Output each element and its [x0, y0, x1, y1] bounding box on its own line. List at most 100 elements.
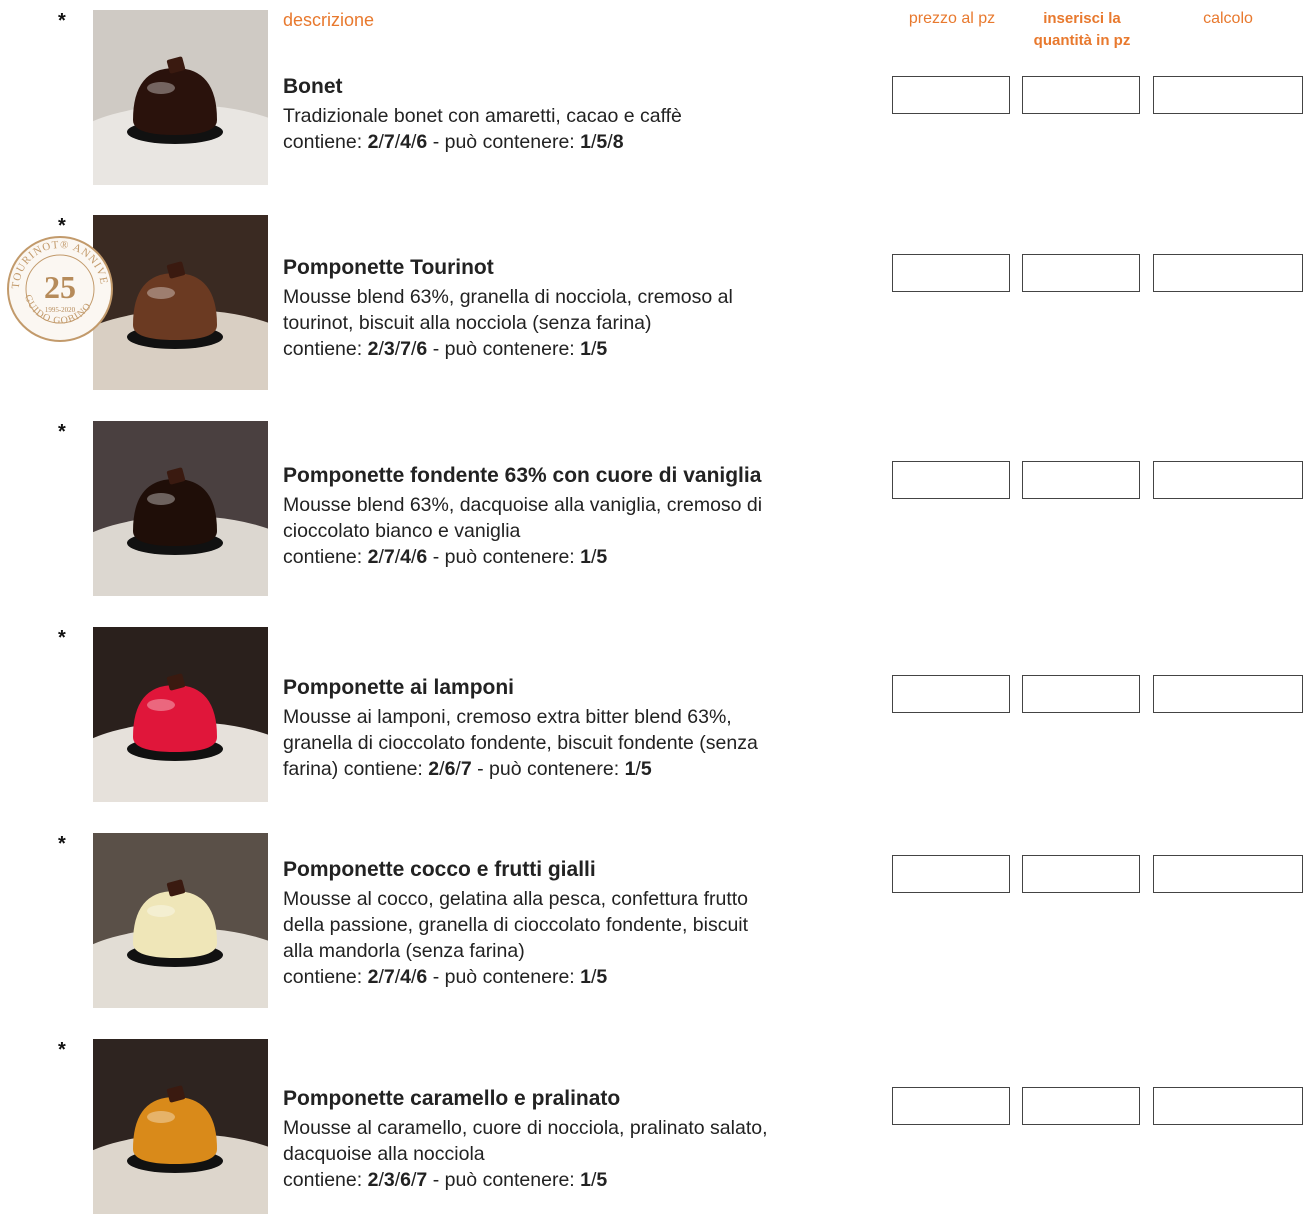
allergen-code: 6: [416, 966, 428, 988]
contains-label: contiene:: [343, 758, 423, 780]
allergen-code: 2: [367, 131, 379, 153]
may-contain-label: - può contenere:: [432, 546, 575, 568]
may-contain-label: - può contenere:: [432, 131, 575, 153]
product-desc-line: Tradizionale bonet con amaretti, cacao e…: [283, 105, 682, 127]
product-title: Pomponette fondente 63% con cuore di van…: [283, 464, 762, 487]
may-allergen-code: 1: [624, 758, 636, 780]
product-row: * Bonet Tradizionale bonet con amaretti, …: [0, 10, 1303, 186]
badge-number: 25: [44, 269, 76, 305]
product-row: * Pomponette Tourinot Mousse blend 63%, g…: [0, 215, 1303, 391]
allergen-line: contiene: 2/3/7/6 - può contenere: 1/5: [283, 338, 608, 360]
product-desc-line: Mousse blend 63%, dacquoise alla vanigli…: [283, 494, 763, 516]
product-description: Pomponette cocco e frutti gialli Mousse a…: [283, 856, 873, 990]
allergen-code: 6: [444, 758, 456, 780]
price-input[interactable]: [892, 675, 1010, 713]
product-photo: [93, 1039, 268, 1214]
product-title: Pomponette caramello e pralinato: [283, 1087, 621, 1110]
contains-label: contiene:: [283, 1169, 363, 1191]
contains-label: contiene:: [283, 546, 363, 568]
contains-label: contiene:: [283, 966, 363, 988]
product-description: Pomponette Tourinot Mousse blend 63%, gra…: [283, 254, 873, 362]
calc-output[interactable]: [1153, 1087, 1303, 1125]
allergen-code: 2: [367, 966, 379, 988]
anniversary-badge-icon: TOURINOT® ANNIVERSARY GUIDO GOBINO 25 19…: [5, 234, 113, 342]
allergen-code: 4: [400, 131, 411, 153]
allergen-code: 2: [367, 1169, 379, 1191]
quantity-input[interactable]: [1022, 76, 1140, 114]
may-allergen-code: 1: [580, 1169, 591, 1191]
product-row: * Pomponette fondente 63% con cuore di v…: [0, 421, 1303, 597]
product-row: * Pomponette cocco e frutti gialli Mousse…: [0, 833, 1303, 1009]
mandatory-star: *: [58, 10, 66, 32]
quantity-input[interactable]: [1022, 1087, 1140, 1125]
allergen-code: 2: [367, 546, 379, 568]
may-contain-label: - può contenere:: [432, 1169, 575, 1191]
allergen-code: 7: [383, 546, 395, 568]
allergen-code: 6: [416, 338, 428, 360]
allergen-line: contiene: 2/7/4/6 - può contenere: 1/5: [283, 966, 608, 988]
contains-label: contiene:: [283, 338, 363, 360]
allergen-code: 3: [383, 338, 395, 360]
allergen-code: 6: [400, 1169, 411, 1191]
product-row: * Pomponette ai lamponi Mousse ai lamponi…: [0, 627, 1303, 803]
may-allergen-code: 5: [640, 758, 652, 780]
may-allergen-code: 1: [580, 546, 591, 568]
product-title: Pomponette ai lamponi: [283, 676, 515, 699]
allergen-code: 7: [400, 338, 411, 360]
product-desc-line: dacquoise alla nocciola: [283, 1143, 485, 1165]
desc-line-end: farina): [283, 758, 339, 780]
product-title: Pomponette cocco e frutti gialli: [283, 858, 596, 881]
may-contain-label: - può contenere:: [477, 758, 620, 780]
may-allergen-code: 5: [596, 546, 608, 568]
product-desc-line: della passione, granella di cioccolato f…: [283, 914, 749, 936]
calc-output[interactable]: [1153, 855, 1303, 893]
may-allergen-code: 1: [580, 338, 591, 360]
may-allergen-code: 5: [596, 131, 608, 153]
price-input[interactable]: [892, 461, 1010, 499]
allergen-line: contiene: 2/7/4/6 - può contenere: 1/5: [283, 546, 608, 568]
product-description: Bonet Tradizionale bonet con amaretti, ca…: [283, 73, 873, 155]
product-photo: [93, 421, 268, 596]
may-contain-label: - può contenere:: [432, 966, 575, 988]
allergen-code: 3: [383, 1169, 395, 1191]
allergen-line: contiene: 2/3/6/7 - può contenere: 1/5: [283, 1169, 608, 1191]
product-photo: [93, 10, 268, 185]
product-row: * Pomponette caramello e pralinato Mousse…: [0, 1039, 1303, 1215]
product-description: Pomponette fondente 63% con cuore di van…: [283, 462, 873, 570]
allergen-code: 4: [400, 966, 411, 988]
quantity-input[interactable]: [1022, 254, 1140, 292]
calc-output[interactable]: [1153, 675, 1303, 713]
allergen-code: 7: [416, 1169, 428, 1191]
price-input[interactable]: [892, 855, 1010, 893]
price-input[interactable]: [892, 76, 1010, 114]
quantity-input[interactable]: [1022, 461, 1140, 499]
mandatory-star: *: [58, 1039, 66, 1061]
allergen-line: contiene: 2/7/4/6 - può contenere: 1/5/8: [283, 131, 624, 153]
allergen-code: 7: [383, 966, 395, 988]
allergen-code: 4: [400, 546, 411, 568]
allergen-code: 7: [460, 758, 472, 780]
calc-output[interactable]: [1153, 254, 1303, 292]
may-allergen-code: 5: [596, 338, 608, 360]
quantity-input[interactable]: [1022, 855, 1140, 893]
badge-years: 1995-2020: [45, 306, 76, 314]
product-desc-line: cioccolato bianco e vaniglia: [283, 520, 521, 542]
price-input[interactable]: [892, 1087, 1010, 1125]
calc-output[interactable]: [1153, 461, 1303, 499]
product-description: Pomponette caramello e pralinato Mousse a…: [283, 1085, 873, 1193]
product-desc-line: Mousse blend 63%, granella di nocciola, …: [283, 286, 733, 308]
product-photo: [93, 215, 268, 390]
calc-output[interactable]: [1153, 76, 1303, 114]
product-photo: [93, 833, 268, 1008]
may-allergen-code: 8: [612, 131, 624, 153]
quantity-input[interactable]: [1022, 675, 1140, 713]
mandatory-star: *: [58, 627, 66, 649]
product-desc-line: Mousse ai lamponi, cremoso extra bitter …: [283, 706, 732, 728]
product-desc-line: Mousse al caramello, cuore di nocciola, …: [283, 1117, 768, 1139]
allergen-code: 2: [367, 338, 379, 360]
price-input[interactable]: [892, 254, 1010, 292]
mandatory-star: *: [58, 421, 66, 443]
product-title: Bonet: [283, 75, 343, 98]
allergen-code: 7: [383, 131, 395, 153]
may-allergen-code: 1: [580, 966, 591, 988]
